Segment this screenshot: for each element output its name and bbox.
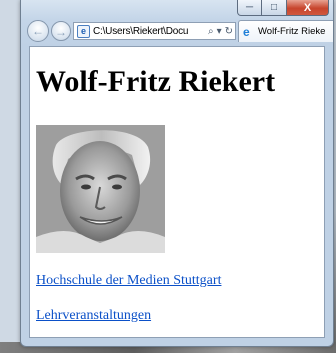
minimize-icon: ─ [245,2,254,13]
title-bar[interactable]: ─ □ X [21,0,333,18]
page-icon: e [77,24,90,38]
address-url[interactable]: C:\Users\Riekert\Docu [93,26,205,37]
forward-button[interactable]: → [51,21,71,41]
address-tools: ⌕ ▾ ↻ [205,26,235,37]
maximize-button[interactable]: □ [262,0,287,16]
navigation-bar: ← → e C:\Users\Riekert\Docu ⌕ ▾ ↻ e Wolf… [21,20,333,46]
address-bar[interactable]: e C:\Users\Riekert\Docu ⌕ ▾ ↻ [73,22,236,40]
back-arrow-icon: ← [32,24,44,38]
portrait-image [36,125,165,253]
browser-window: ─ □ X ← → e C:\Users\Riekert\Docu ⌕ ▾ ↻ [20,0,334,347]
close-button[interactable]: X [287,0,329,16]
page-content: Wolf-Fritz Riekert Hochschule der Medien… [29,46,325,338]
refresh-icon[interactable]: ↻ [225,26,233,37]
tab-title: Wolf-Fritz Rieke [258,26,326,37]
minimize-button[interactable]: ─ [237,0,262,16]
forward-arrow-icon: → [55,25,67,39]
dropdown-icon[interactable]: ▾ [217,26,222,37]
back-button[interactable]: ← [27,20,49,42]
caption-buttons: ─ □ X [237,0,329,16]
browser-tab[interactable]: e Wolf-Fritz Rieke [238,20,333,42]
portrait-photo [36,125,165,253]
ie-tab-icon: e [243,24,250,39]
close-icon: X [303,1,312,14]
maximize-icon: □ [270,2,278,13]
page-heading: Wolf-Fritz Riekert [36,65,276,98]
link-hochschule[interactable]: Hochschule der Medien Stuttgart [36,273,221,289]
link-lehrveranstaltungen[interactable]: Lehrveranstaltungen [36,308,151,324]
search-icon[interactable]: ⌕ [208,26,214,37]
